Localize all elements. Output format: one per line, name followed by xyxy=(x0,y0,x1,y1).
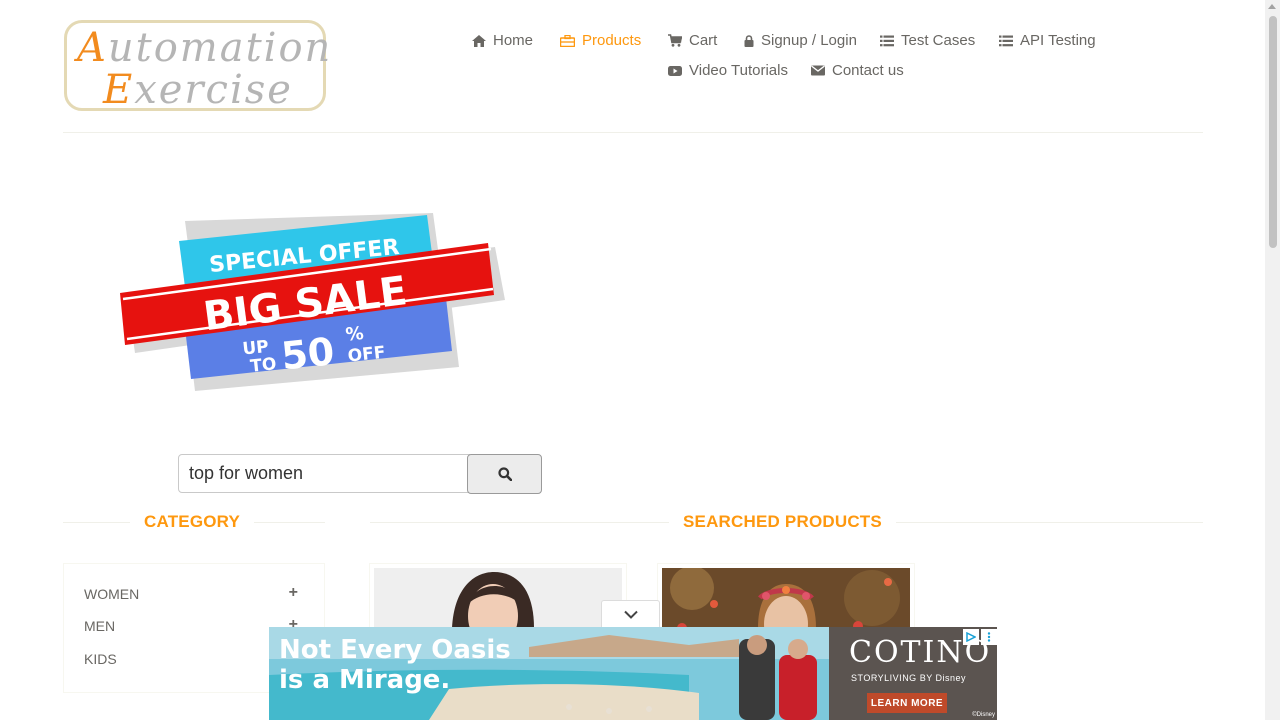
logo-word-2: xercise xyxy=(134,67,293,113)
ad-banner[interactable]: Not Every Oasis is a Mirage. COTINO STOR… xyxy=(269,627,997,720)
page-scrollbar[interactable] xyxy=(1265,0,1280,720)
banner-fifty: 50 xyxy=(279,329,336,378)
search-button[interactable] xyxy=(467,454,542,494)
logo-cap-a: A xyxy=(77,25,108,71)
nav-cart-label: Cart xyxy=(689,32,718,49)
nav-test-cases[interactable]: Test Cases xyxy=(880,32,975,49)
category-women-expand-icon[interactable]: + xyxy=(289,584,298,602)
nav-signup-login-label: Signup / Login xyxy=(761,32,857,49)
category-men[interactable]: MEN xyxy=(84,618,115,634)
ad-headline: Not Every Oasis is a Mirage. xyxy=(279,635,511,695)
nav-products[interactable]: Products xyxy=(560,32,641,49)
nav-home[interactable]: Home xyxy=(472,32,533,49)
category-women[interactable]: WOMEN xyxy=(84,586,139,602)
ad-copyright: ©Disney xyxy=(972,712,995,718)
search-input[interactable] xyxy=(178,454,470,493)
searched-products-title: SEARCHED PRODUCTS xyxy=(669,512,896,532)
lock-icon xyxy=(744,34,754,47)
nav-api-testing[interactable]: API Testing xyxy=(999,32,1096,49)
site-logo[interactable]: Automation Exercise xyxy=(64,20,330,113)
scrollbar-thumb[interactable] xyxy=(1269,16,1277,248)
ad-choices-icon[interactable] xyxy=(963,629,979,645)
ad-headline-line-2: is a Mirage. xyxy=(279,665,451,695)
ad-subline: STORYLIVING BY Disney xyxy=(851,673,967,683)
category-kids[interactable]: KIDS xyxy=(84,651,117,667)
scroll-up-icon[interactable] xyxy=(1268,4,1276,9)
nav-signup-login[interactable]: Signup / Login xyxy=(744,32,857,49)
sale-banner: SPECIAL OFFER BIG SALE UP TO 50 % OFF xyxy=(120,213,505,391)
banner-percent: % xyxy=(345,323,365,346)
nav-test-cases-label: Test Cases xyxy=(901,32,976,49)
ad-menu-glyph xyxy=(987,632,991,642)
ad-choices-glyph xyxy=(966,632,976,642)
products-icon xyxy=(560,34,575,47)
nav-home-label: Home xyxy=(493,32,534,49)
ad-headline-line-1: Not Every Oasis xyxy=(279,635,511,665)
ad-collapse-button[interactable] xyxy=(601,600,660,628)
ad-menu-icon[interactable] xyxy=(981,629,997,645)
cart-icon xyxy=(668,34,682,47)
logo-cap-e: E xyxy=(103,67,135,113)
chevron-down-icon xyxy=(623,610,638,619)
list-icon xyxy=(999,35,1013,46)
nav-api-testing-label: API Testing xyxy=(1020,32,1096,49)
nav-video-tutorials-label: Video Tutorials xyxy=(689,62,788,79)
nav-products-label: Products xyxy=(582,32,642,49)
logo-word-1: utomation xyxy=(107,25,333,71)
nav-cart[interactable]: Cart xyxy=(668,32,717,49)
youtube-icon xyxy=(668,65,682,76)
banner-off: OFF xyxy=(347,343,387,367)
logo-line-1: Automation xyxy=(77,25,332,71)
nav-contact-us[interactable]: Contact us xyxy=(811,62,904,79)
list-icon xyxy=(880,35,894,46)
page: Automation Exercise Home Products Cart S… xyxy=(0,0,1280,720)
home-icon xyxy=(472,34,486,47)
search-icon xyxy=(497,467,512,481)
nav-contact-us-label: Contact us xyxy=(832,62,904,79)
category-title: CATEGORY xyxy=(130,512,255,532)
ad-learn-more-button[interactable]: LEARN MORE xyxy=(867,693,947,713)
nav-video-tutorials[interactable]: Video Tutorials xyxy=(668,62,788,79)
envelope-icon xyxy=(811,65,825,76)
logo-line-2: Exercise xyxy=(103,67,293,113)
banner-to: TO xyxy=(249,354,277,377)
header-divider xyxy=(63,132,1203,133)
